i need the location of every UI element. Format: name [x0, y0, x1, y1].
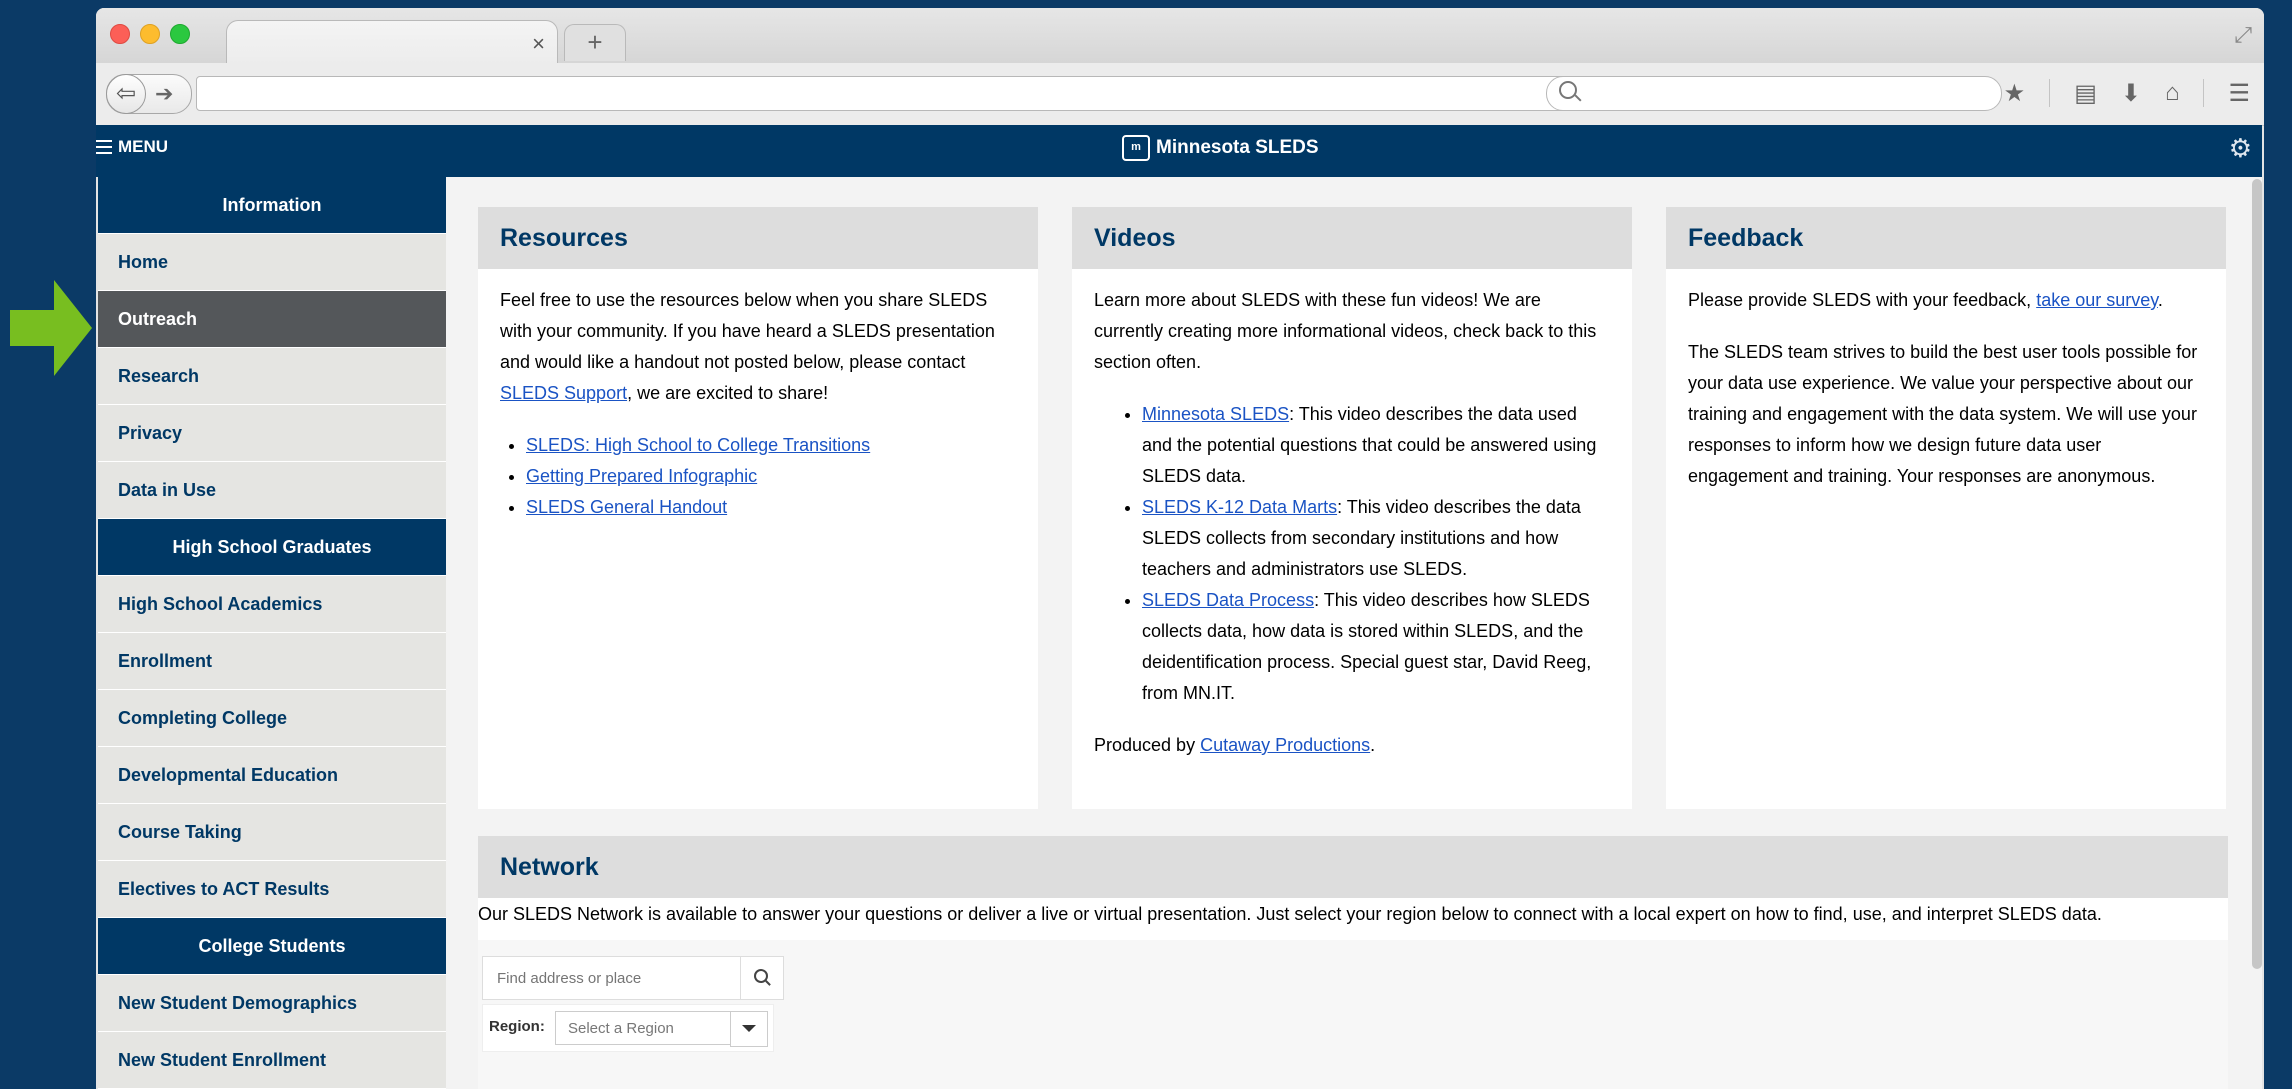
tab-strip: × + ⤢ [96, 8, 2264, 65]
window-controls [110, 24, 190, 44]
video-link[interactable]: SLEDS Data Process [1142, 590, 1314, 610]
close-tab-icon[interactable]: × [532, 31, 545, 57]
region-label: Region: [489, 1018, 545, 1035]
resource-link[interactable]: SLEDS: High School to College Transition… [526, 435, 870, 455]
region-selector: Region: Select a Region [482, 1004, 774, 1052]
sidebar-section-college-students: College Students [98, 918, 446, 975]
site-header: MENU m Minnesota SLEDS ⚙ [96, 125, 2262, 177]
browser-search-input[interactable] [1546, 76, 2002, 111]
chevron-down-icon[interactable] [730, 1011, 768, 1047]
sidebar-item-completing-college[interactable]: Completing College [98, 690, 446, 747]
download-icon[interactable]: ⬇ [2121, 79, 2141, 108]
zoom-window-button[interactable] [170, 24, 190, 44]
search-icon [1559, 81, 1577, 99]
nav-toolbar: ⇦ ➔ ▼ ⟳ ★ ▤ ⬇ ⌂ ☰ [96, 63, 2264, 126]
sidebar-item-privacy[interactable]: Privacy [98, 405, 446, 462]
search-icon [754, 969, 768, 983]
map-search-button[interactable] [740, 957, 783, 999]
list-item: SLEDS: High School to College Transition… [526, 430, 1016, 461]
resources-list: SLEDS: High School to College Transition… [500, 430, 1016, 523]
list-item: SLEDS Data Process: This video describes… [1142, 585, 1610, 709]
list-item: Getting Prepared Infographic [526, 461, 1016, 492]
videos-title: Videos [1072, 207, 1632, 269]
forward-button[interactable]: ➔ [155, 75, 173, 113]
region-select[interactable]: Select a Region [555, 1011, 731, 1045]
videos-intro: Learn more about SLEDS with these fun vi… [1094, 290, 1597, 372]
network-title: Network [478, 836, 2228, 898]
sidebar-item-high-school-academics[interactable]: High School Academics [98, 576, 446, 633]
brand-title: Minnesota SLEDS [1156, 137, 1319, 158]
sidebar-item-developmental-education[interactable]: Developmental Education [98, 747, 446, 804]
minimize-window-button[interactable] [140, 24, 160, 44]
videos-list: Minnesota SLEDS: This video describes th… [1094, 399, 1610, 709]
resources-intro: Feel free to use the resources below whe… [500, 290, 995, 403]
green-arrow-icon [10, 280, 92, 376]
video-link[interactable]: SLEDS K-12 Data Marts [1142, 497, 1337, 517]
fullscreen-icon[interactable]: ⤢ [2234, 22, 2252, 48]
clipboard-icon[interactable]: ▤ [2074, 79, 2097, 108]
minnesota-logo-icon: m [1122, 135, 1150, 161]
sidebar: Information Home Outreach Research Priva… [98, 177, 446, 1089]
feedback-description: The SLEDS team strives to build the best… [1688, 342, 2198, 486]
resources-title: Resources [478, 207, 1038, 269]
sidebar-item-course-taking[interactable]: Course Taking [98, 804, 446, 861]
network-description: Our SLEDS Network is available to answer… [478, 898, 2228, 940]
url-bar[interactable]: ▼ ⟳ [196, 76, 1638, 111]
sidebar-section-information: Information [98, 177, 446, 234]
sidebar-item-research[interactable]: Research [98, 348, 446, 405]
list-item: Minnesota SLEDS: This video describes th… [1142, 399, 1610, 492]
resources-card: Resources Feel free to use the resources… [478, 207, 1038, 809]
sleds-support-link[interactable]: SLEDS Support [500, 383, 627, 403]
map-search [482, 956, 784, 1000]
list-item: SLEDS K-12 Data Marts: This video descri… [1142, 492, 1610, 585]
feedback-intro: Please provide SLEDS with your feedback,… [1688, 290, 2163, 310]
list-item: SLEDS General Handout [526, 492, 1016, 523]
produced-by: Produced by Cutaway Productions. [1094, 735, 1376, 755]
gear-icon[interactable]: ⚙ [2229, 133, 2252, 164]
videos-card: Videos Learn more about SLEDS with these… [1072, 207, 1632, 809]
page-scrollbar[interactable] [2252, 179, 2262, 969]
resource-link[interactable]: SLEDS General Handout [526, 497, 727, 517]
main-content: Resources Feel free to use the resources… [446, 177, 2262, 1089]
sidebar-item-outreach[interactable]: Outreach [98, 291, 446, 348]
video-link[interactable]: Minnesota SLEDS [1142, 404, 1289, 424]
cutaway-productions-link[interactable]: Cutaway Productions [1200, 735, 1370, 755]
toolbar-icons: ★ ▤ ⬇ ⌂ ☰ [2004, 79, 2250, 108]
new-tab-button[interactable]: + [564, 24, 626, 61]
sidebar-section-high-school-graduates: High School Graduates [98, 519, 446, 576]
menu-label: MENU [118, 137, 169, 156]
browser-window: × + ⤢ ⇦ ➔ ▼ ⟳ ★ ▤ ⬇ ⌂ ☰ [96, 8, 2264, 1089]
back-forward-group: ⇦ ➔ [106, 74, 192, 114]
address-search-input[interactable] [483, 957, 753, 999]
close-window-button[interactable] [110, 24, 130, 44]
resource-link[interactable]: Getting Prepared Infographic [526, 466, 757, 486]
sidebar-item-new-student-demographics[interactable]: New Student Demographics [98, 975, 446, 1032]
site-brand[interactable]: m Minnesota SLEDS [1122, 135, 1319, 161]
toolbar-divider [2203, 79, 2205, 107]
back-button[interactable]: ⇦ [106, 74, 146, 114]
toolbar-divider [2049, 79, 2051, 107]
survey-link[interactable]: take our survey [2036, 290, 2158, 310]
network-card: Network Our SLEDS Network is available t… [478, 836, 2228, 1089]
sidebar-item-enrollment[interactable]: Enrollment [98, 633, 446, 690]
hamburger-icon [96, 139, 112, 155]
sidebar-item-home[interactable]: Home [98, 234, 446, 291]
feedback-title: Feedback [1666, 207, 2226, 269]
bookmark-star-icon[interactable]: ★ [2004, 79, 2026, 108]
sidebar-item-electives-to-act[interactable]: Electives to ACT Results [98, 861, 446, 918]
hamburger-menu-icon[interactable]: ☰ [2228, 79, 2250, 108]
feedback-card: Feedback Please provide SLEDS with your … [1666, 207, 2226, 809]
browser-tab[interactable]: × [226, 20, 558, 65]
sidebar-item-new-student-enrollment[interactable]: New Student Enrollment [98, 1032, 446, 1089]
sidebar-item-data-in-use[interactable]: Data in Use [98, 462, 446, 519]
home-icon[interactable]: ⌂ [2165, 79, 2180, 108]
menu-button[interactable]: MENU [96, 137, 168, 157]
